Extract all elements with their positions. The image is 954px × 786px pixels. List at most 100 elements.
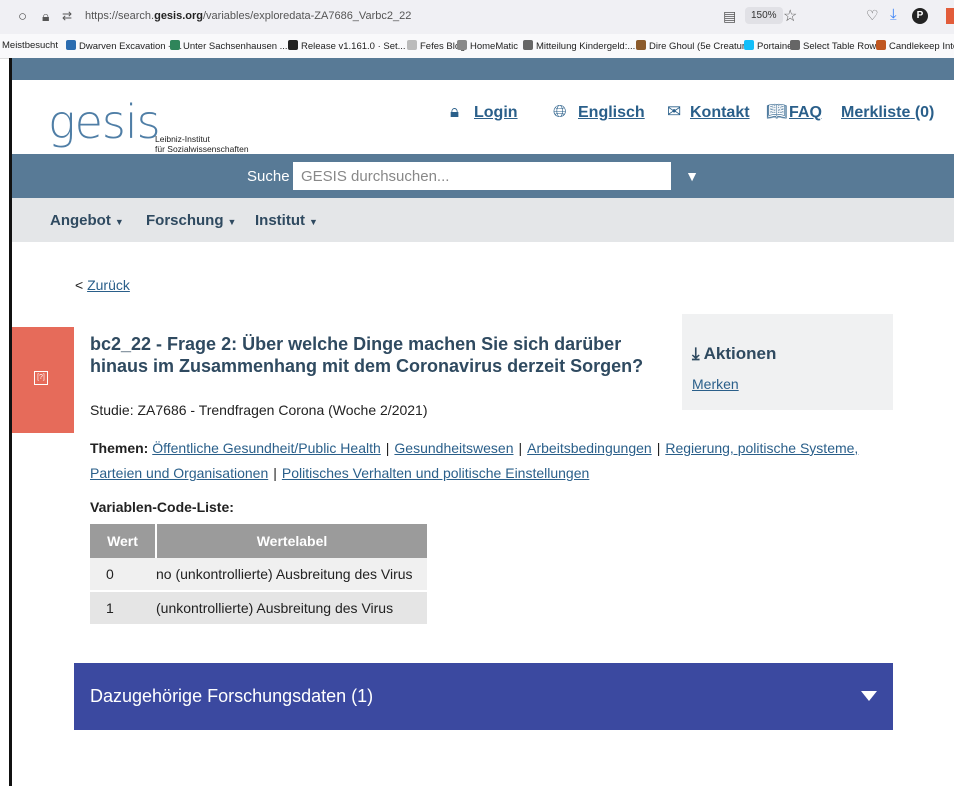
theme-link[interactable]: Arbeitsbedingungen xyxy=(527,440,652,456)
globe-icon: 🌐︎ xyxy=(553,102,567,121)
column-header-wert: Wert xyxy=(90,524,157,558)
value-text: 1 xyxy=(106,600,114,616)
codelist-label: Variablen-Code-Liste: xyxy=(90,499,234,515)
table-row: 1 (unkontrollierte) Ausbreitung des Viru… xyxy=(90,591,427,626)
bookmark-favicon-icon xyxy=(288,40,298,50)
bookmark-item[interactable]: Mitteilung Kindergeld:... xyxy=(523,40,635,52)
bookmark-label: Release v1.161.0 · Set... xyxy=(301,41,406,52)
zoom-level[interactable]: 150% xyxy=(745,7,783,24)
caret-down-icon: ▼ xyxy=(685,168,699,184)
extension-icon[interactable]: P xyxy=(912,8,928,24)
nav-item-label: Angebot xyxy=(50,212,111,229)
bookmark-favicon-icon xyxy=(636,40,646,50)
lock-icon: 🔒︎ xyxy=(450,102,460,121)
bookmarks-bar: Meistbesucht Dwarven Excavation - ... Unte… xyxy=(0,34,954,59)
caret-down-icon: ▼ xyxy=(227,217,237,227)
themes-list: Themen: Öffentliche Gesundheit/Public He… xyxy=(90,436,890,486)
actions-panel: ⤓ Aktionen Merken xyxy=(682,314,893,410)
bookmark-item[interactable]: Portainer xyxy=(744,40,796,52)
browser-toolbar: ○ 🔒︎ ⇄ https://search.gesis.org/variable… xyxy=(0,0,954,34)
bookmark-favicon-icon xyxy=(523,40,533,50)
watchlist-count: (0) xyxy=(914,104,935,121)
column-header-wertelabel: Wertelabel xyxy=(156,524,427,558)
separator: | xyxy=(385,440,390,456)
back-link-row: < Zurück xyxy=(75,277,130,293)
nav-item-forschung[interactable]: Forschung ▼ xyxy=(146,212,236,229)
bookmark-label: Select Table Rows xyxy=(803,41,881,52)
table-cell-value: 0 xyxy=(90,558,156,592)
code-list-table: Wert Wertelabel 0 no (unkontrollierte) A… xyxy=(90,524,427,626)
table-cell-label: no (unkontrollierte) Ausbreitung des Vir… xyxy=(156,558,427,592)
pocket-icon[interactable]: ♡ xyxy=(866,7,879,24)
bookmark-item[interactable]: HomeMatic xyxy=(457,40,518,52)
extension-icon-2[interactable] xyxy=(946,8,954,24)
search-bar: Suche ▼ xyxy=(12,154,954,198)
bookmark-favicon-icon xyxy=(457,40,467,50)
merken-link[interactable]: Merken xyxy=(692,376,739,392)
themes-label: Themen: xyxy=(90,440,149,456)
theme-link[interactable]: Öffentliche Gesundheit/Public Health xyxy=(152,440,381,456)
bookmark-favicon-icon xyxy=(790,40,800,50)
nav-item-label: Institut xyxy=(255,212,305,229)
bookmark-favicon-icon xyxy=(170,40,180,50)
mail-icon: ✉ xyxy=(667,102,682,121)
gesis-logo[interactable]: gesis xyxy=(48,95,161,149)
watchlist-label: Merkliste xyxy=(841,104,911,121)
variable-type-tab: [?] xyxy=(12,327,74,433)
bookmark-item[interactable]: Release v1.161.0 · Set... xyxy=(288,40,406,52)
bookmark-item[interactable]: Select Table Rows xyxy=(790,40,881,52)
top-bar xyxy=(12,58,954,80)
separator: | xyxy=(656,440,661,456)
bookmark-label: Mitteilung Kindergeld:... xyxy=(536,41,636,52)
faq-link[interactable]: FAQ xyxy=(789,104,822,122)
separator: | xyxy=(273,465,277,481)
download-arrow-icon: ⤓ xyxy=(692,344,700,363)
bookmark-label: Meistbesucht xyxy=(2,40,58,51)
shield-icon[interactable]: ○ xyxy=(18,8,27,25)
variable-icon: [?] xyxy=(34,371,48,385)
bookmark-item[interactable]: Dwarven Excavation - ... xyxy=(66,40,182,52)
back-link[interactable]: Zurück xyxy=(87,277,130,293)
bookmark-label: Dwarven Excavation - ... xyxy=(79,41,182,52)
bookmark-item[interactable]: Unter Sachsenhausen ... xyxy=(170,40,288,52)
search-input[interactable] xyxy=(293,162,671,190)
nav-item-institut[interactable]: Institut ▼ xyxy=(255,212,318,229)
search-label: Suche xyxy=(247,168,290,185)
reader-view-icon[interactable]: ▤ xyxy=(723,8,736,25)
logo-subtitle-line-2: für Sozialwissenschaften xyxy=(155,144,249,154)
book-icon: 📖︎ xyxy=(766,102,788,121)
lock-icon[interactable]: 🔒︎ xyxy=(42,8,49,25)
contact-link[interactable]: Kontakt xyxy=(690,104,750,122)
main-navigation: Angebot ▼ Forschung ▼ Institut ▼ xyxy=(12,198,954,242)
bookmark-item[interactable]: Dire Ghoul (5e Creatur... xyxy=(636,40,753,52)
variable-title: bc2_22 - Frage 2: Über welche Dinge mach… xyxy=(90,334,644,376)
search-dropdown-toggle[interactable]: ▼ xyxy=(671,162,713,190)
theme-link[interactable]: Politisches Verhalten und politische Ein… xyxy=(282,465,589,481)
caret-down-icon: ▼ xyxy=(309,217,318,227)
value-text: 0 xyxy=(106,566,114,582)
back-chevron: < xyxy=(75,277,84,293)
permissions-icon[interactable]: ⇄ xyxy=(62,9,72,23)
download-icon[interactable]: ⤓ xyxy=(890,6,897,23)
separator: | xyxy=(518,440,523,456)
logo-subtitle: Leibniz-Institut für Sozialwissenschafte… xyxy=(155,134,249,154)
bookmark-item[interactable]: Meistbesucht xyxy=(2,40,58,51)
theme-link[interactable]: Gesundheitswesen xyxy=(394,440,513,456)
actions-toggle[interactable]: ⤓ Aktionen xyxy=(692,344,776,364)
table-row: 0 no (unkontrollierte) Ausbreitung des V… xyxy=(90,558,427,592)
table-cell-value: 1 xyxy=(90,591,156,626)
research-data-title: Dazugehörige Forschungsdaten (1) xyxy=(90,686,374,706)
language-link[interactable]: Englisch xyxy=(578,104,645,122)
bookmark-favicon-icon xyxy=(66,40,76,50)
caret-down-icon: ▼ xyxy=(114,217,124,227)
bookmark-label: Dire Ghoul (5e Creatur... xyxy=(649,41,753,52)
url-field[interactable]: https://search.gesis.org/variables/explo… xyxy=(85,10,411,22)
login-link[interactable]: Login xyxy=(474,104,518,122)
watchlist-link[interactable]: Merkliste (0) xyxy=(841,104,934,122)
research-data-accordion[interactable]: Dazugehörige Forschungsdaten (1) xyxy=(74,663,893,730)
bookmark-item[interactable]: Candlekeep Interactiv... xyxy=(876,40,954,52)
bookmark-favicon-icon xyxy=(407,40,417,50)
nav-item-angebot[interactable]: Angebot ▼ xyxy=(50,212,124,229)
nav-item-label: Forschung xyxy=(146,212,224,229)
bookmark-star-icon[interactable]: ☆ xyxy=(783,6,797,26)
